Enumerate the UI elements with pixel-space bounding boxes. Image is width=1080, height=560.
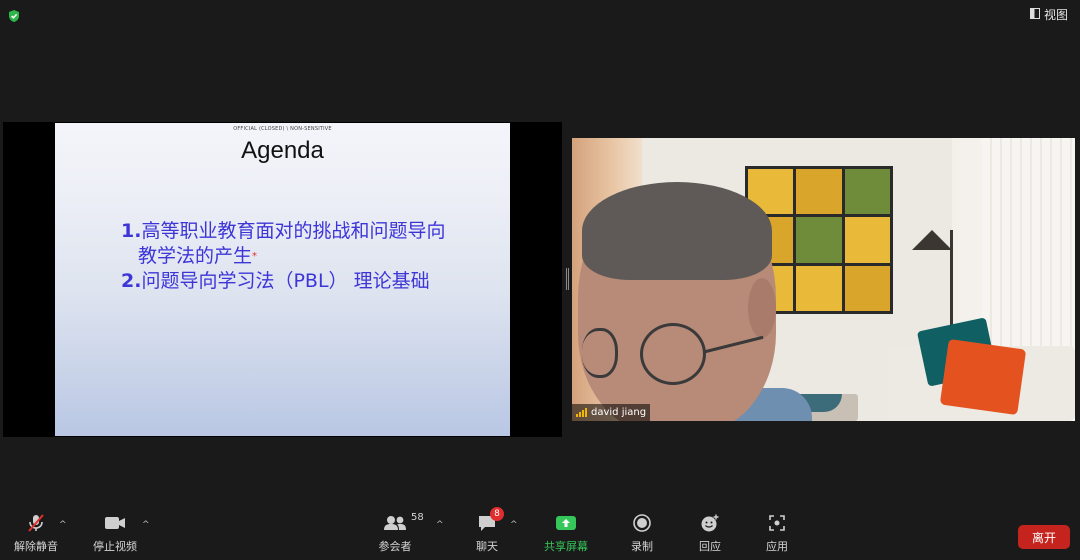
agenda-item: 1.高等职业教育面对的挑战和问题导向 — [121, 219, 445, 244]
apps-icon — [768, 512, 786, 534]
participants-count: 58 — [411, 512, 424, 523]
slide-classification-header: OFFICIAL (CLOSED) \ NON-SENSITIVE — [233, 126, 332, 132]
reactions-button[interactable]: 回应 — [675, 512, 745, 554]
agenda-item-number: 2. — [121, 270, 142, 292]
chat-button[interactable]: 8 聊天 — [452, 507, 522, 554]
share-screen-label: 共享屏幕 — [544, 540, 588, 553]
audio-options-chevron-up-icon[interactable]: ^ — [59, 520, 67, 530]
record-label: 录制 — [631, 540, 653, 553]
chat-options-chevron-up-icon[interactable]: ^ — [510, 520, 518, 530]
agenda-item-mark: * — [252, 251, 258, 262]
agenda-item-number: 1. — [121, 220, 142, 242]
glasses — [640, 323, 706, 385]
stop-video-button[interactable]: 停止视频 — [80, 512, 150, 554]
presentation-slide: OFFICIAL (CLOSED) \ NON-SENSITIVE Agenda… — [55, 123, 510, 436]
participants-button[interactable]: 58 参会者 — [360, 512, 430, 554]
stop-video-label: 停止视频 — [93, 540, 137, 553]
view-icon — [1029, 7, 1040, 22]
shared-screen-panel: OFFICIAL (CLOSED) \ NON-SENSITIVE Agenda… — [3, 122, 562, 437]
view-button[interactable]: 视图 — [1029, 6, 1068, 23]
unmute-button[interactable]: 解除静音 — [1, 512, 71, 554]
reactions-label: 回应 — [699, 540, 721, 553]
participant-name: david jiang — [591, 407, 647, 418]
share-screen-icon — [555, 512, 577, 534]
participant-video[interactable] — [572, 138, 1075, 421]
participants-options-chevron-up-icon[interactable]: ^ — [436, 520, 444, 530]
agenda-item-text: 高等职业教育面对的挑战和问题导向 — [141, 220, 446, 242]
participants-label: 参会者 — [378, 540, 412, 553]
share-screen-button[interactable]: 共享屏幕 — [531, 512, 601, 554]
record-icon — [633, 512, 651, 534]
apps-button[interactable]: 应用 — [742, 512, 812, 554]
agenda-list: 1.高等职业教育面对的挑战和问题导向 教学法的产生* 2.问题导向学习法（PBL… — [121, 219, 445, 294]
chat-bubble-icon: 8 — [477, 507, 504, 534]
participants-icon: 58 — [383, 512, 424, 534]
leave-meeting-button[interactable]: 离开 — [1018, 525, 1070, 549]
chat-label: 聊天 — [476, 540, 498, 553]
record-button[interactable]: 录制 — [607, 512, 677, 554]
muted-microphone-icon — [26, 512, 46, 534]
participant-name-tag: david jiang — [572, 404, 651, 421]
video-options-chevron-up-icon[interactable]: ^ — [142, 520, 150, 530]
meeting-toolbar: 解除静音 ^ 停止视频 ^ 58 参会者 ^ 8 聊天 ^ 共享屏幕 录制 回应… — [0, 507, 1080, 560]
agenda-item-text: 问题导向学习法（PBL） 理论基础 — [141, 270, 430, 292]
agenda-item: 2.问题导向学习法（PBL） 理论基础 — [121, 269, 445, 294]
slide-title: Agenda — [241, 137, 324, 164]
smiley-plus-icon — [700, 512, 720, 534]
agenda-item-text: 教学法的产生 — [138, 245, 253, 267]
signal-bars-icon — [576, 408, 587, 417]
chat-unread-badge: 8 — [490, 507, 504, 521]
apps-label: 应用 — [766, 540, 788, 553]
shield-check-icon[interactable] — [7, 8, 21, 22]
agenda-item-continuation: 教学法的产生* — [121, 244, 445, 269]
video-camera-icon — [104, 512, 126, 534]
unmute-label: 解除静音 — [14, 540, 58, 553]
panel-resize-handle[interactable] — [565, 268, 569, 290]
view-label: 视图 — [1043, 8, 1068, 22]
